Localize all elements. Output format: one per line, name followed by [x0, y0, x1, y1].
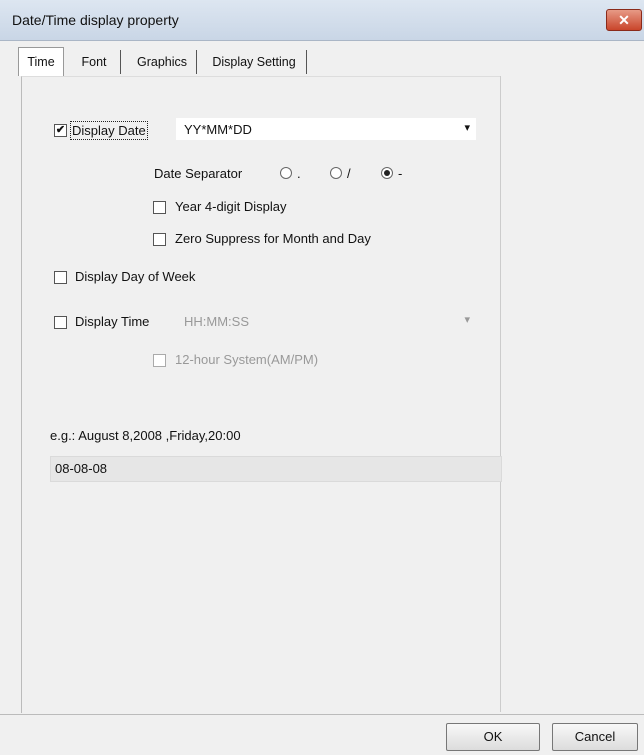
tab-panel-time	[21, 76, 500, 713]
separator-radio-slash[interactable]	[330, 167, 342, 179]
date-preview-field: 08-08-08	[50, 456, 502, 482]
title-bar[interactable]: Date/Time display property ✕	[0, 0, 644, 41]
time-format-select[interactable]: HH:MM:SS ▾	[176, 310, 476, 332]
tab-display-setting[interactable]: Display Setting	[202, 50, 307, 74]
separator-option-dot-label: .	[297, 166, 301, 181]
year-4digit-label: Year 4-digit Display	[175, 199, 287, 214]
separator-option-dash-label: -	[398, 166, 403, 181]
separator-radio-dash[interactable]	[381, 167, 393, 179]
button-bar: OK Cancel	[0, 714, 644, 755]
tab-time[interactable]: Time	[18, 47, 64, 76]
hour12-label: 12-hour System(AM/PM)	[175, 352, 319, 367]
year-4digit-checkbox[interactable]	[153, 201, 166, 214]
date-format-select[interactable]: YY*MM*DD ▾	[176, 118, 476, 140]
date-separator-label: Date Separator	[154, 166, 243, 181]
display-date-checkbox[interactable]: ✔	[54, 124, 67, 137]
display-day-of-week-checkbox[interactable]	[54, 271, 67, 284]
check-mark-icon: ✔	[55, 124, 66, 136]
display-time-label: Display Time	[75, 314, 150, 329]
display-day-of-week-label: Display Day of Week	[75, 269, 196, 284]
panel-side-area	[500, 76, 641, 712]
chevron-down-icon: ▾	[464, 122, 470, 134]
radio-selected-dot	[384, 170, 390, 176]
hour12-checkbox[interactable]	[153, 354, 166, 367]
date-format-value: YY*MM*DD	[184, 122, 252, 137]
zero-suppress-checkbox[interactable]	[153, 233, 166, 246]
tab-font[interactable]: Font	[68, 50, 121, 74]
dialog-window: Date/Time display property ✕ Time Font G…	[0, 0, 644, 755]
separator-option-slash-label: /	[347, 166, 351, 181]
display-time-checkbox[interactable]	[54, 316, 67, 329]
time-format-value: HH:MM:SS	[184, 314, 249, 329]
separator-radio-dot[interactable]	[280, 167, 292, 179]
ok-button[interactable]: OK	[446, 723, 540, 751]
example-label: e.g.: August 8,2008 ,Friday,20:00	[50, 428, 241, 443]
window-title: Date/Time display property	[12, 12, 179, 28]
chevron-down-icon: ▾	[464, 314, 470, 326]
date-preview-value: 08-08-08	[55, 461, 108, 476]
cancel-button[interactable]: Cancel	[552, 723, 638, 751]
close-icon[interactable]: ✕	[606, 9, 642, 31]
tab-graphics[interactable]: Graphics	[128, 50, 197, 74]
zero-suppress-label: Zero Suppress for Month and Day	[175, 231, 371, 246]
display-date-label[interactable]: Display Date	[70, 121, 148, 140]
